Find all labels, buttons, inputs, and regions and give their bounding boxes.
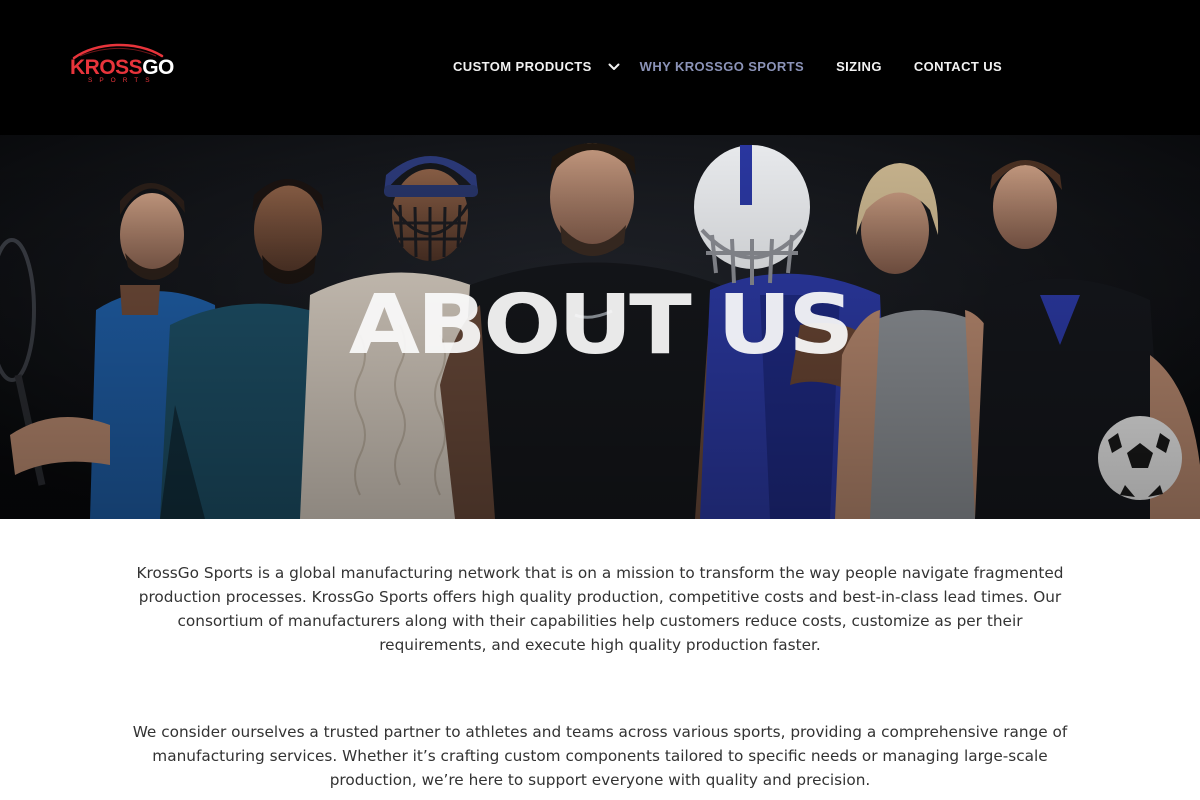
about-paragraph-2: We consider ourselves a trusted partner … xyxy=(132,723,1068,789)
nav-sizing[interactable]: SIZING xyxy=(836,58,882,76)
nav-custom-products[interactable]: CUSTOM PRODUCTS xyxy=(453,58,592,76)
about-paragraph-1: KrossGo Sports is a global manufacturing… xyxy=(136,564,1064,654)
hero-title: ABOUT US xyxy=(348,278,855,373)
site-header: KROSSGO SPORTS CUSTOM PRODUCTS WHY KROSS… xyxy=(0,0,1200,135)
logo-wordmark: KROSSGO xyxy=(70,56,174,79)
nav-why-krossgo-sports[interactable]: WHY KROSSGO SPORTS xyxy=(640,58,804,76)
nav-contact-us[interactable]: CONTACT US xyxy=(914,58,1002,76)
chevron-down-icon[interactable] xyxy=(608,63,620,71)
logo-subtitle: SPORTS xyxy=(88,77,157,84)
hero-banner: ABOUT US xyxy=(0,135,1200,519)
main-nav: CUSTOM PRODUCTS WHY KROSSGO SPORTS SIZIN… xyxy=(453,58,1002,76)
krossgo-logo[interactable]: KROSSGO SPORTS xyxy=(66,42,186,92)
